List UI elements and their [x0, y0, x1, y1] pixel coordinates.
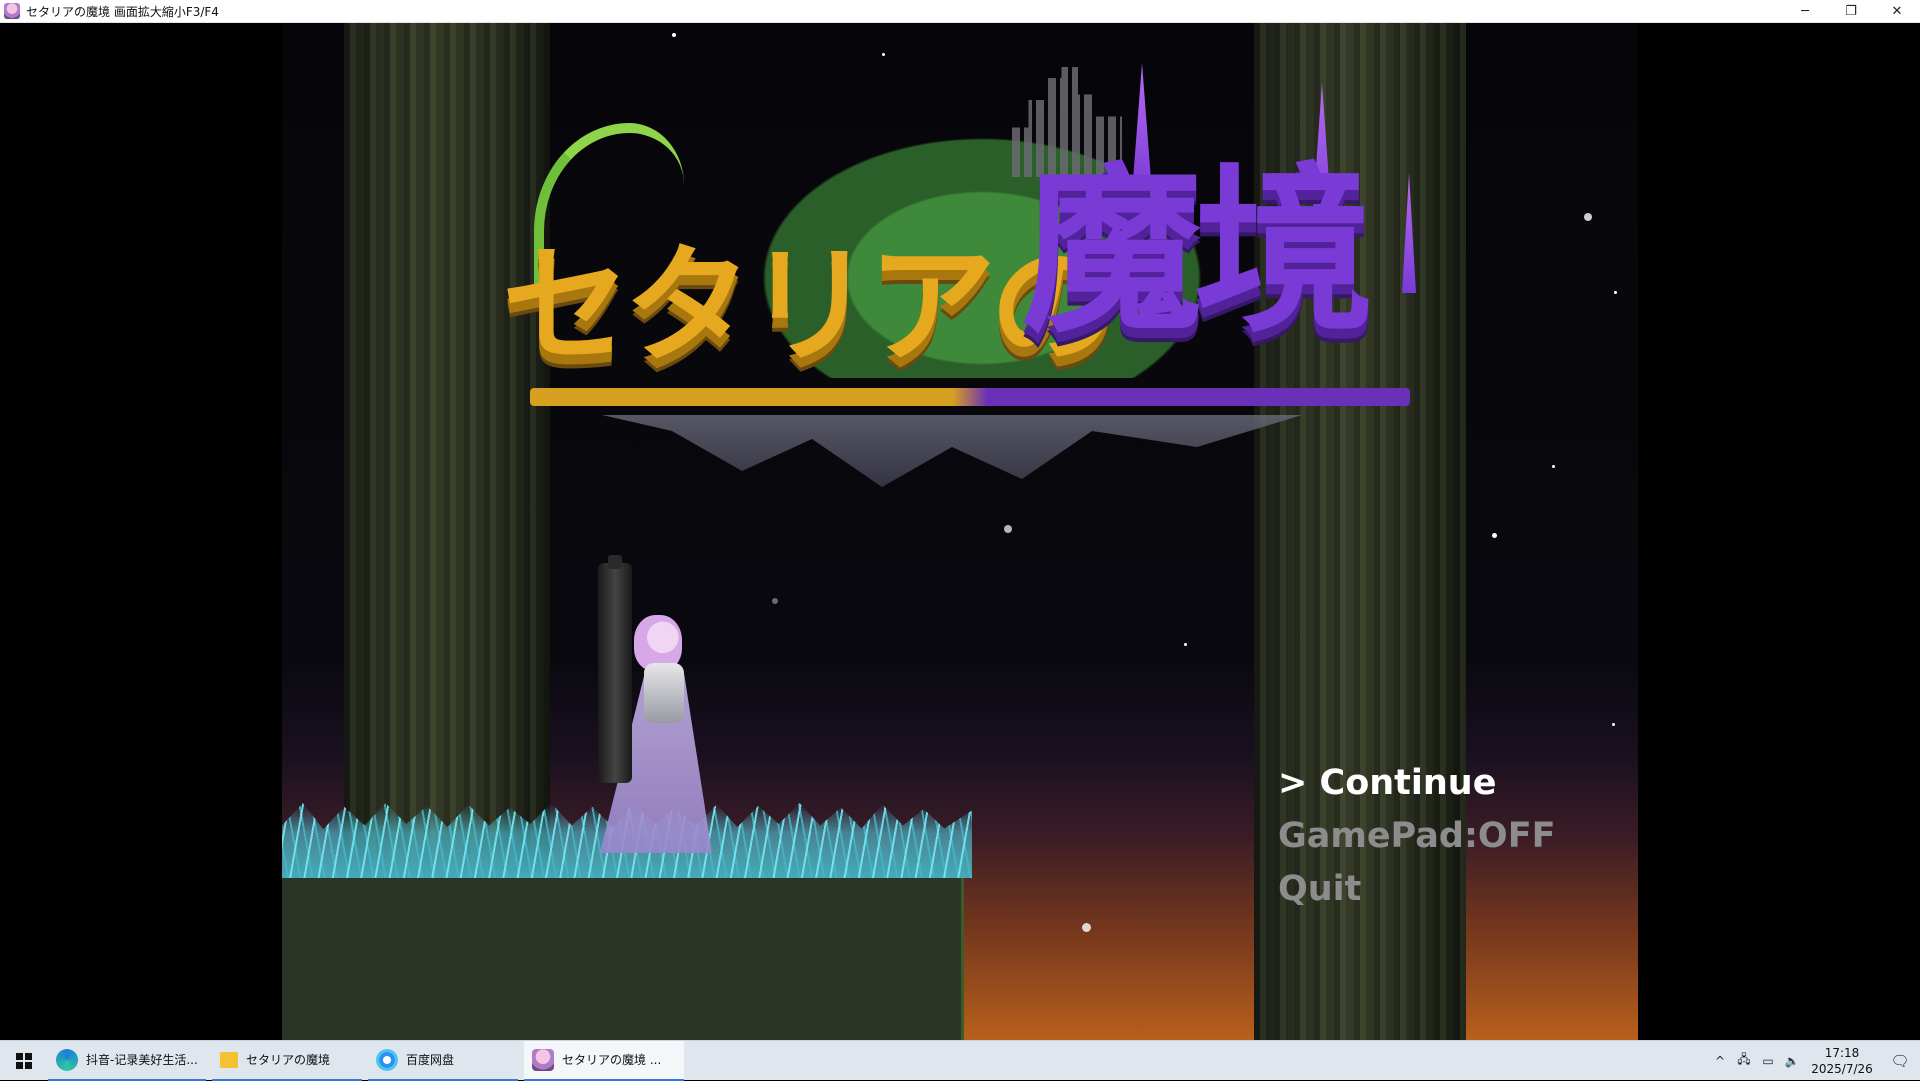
taskbar-item-folder[interactable]: セタリアの魔境	[212, 1041, 362, 1081]
start-button[interactable]	[0, 1041, 48, 1081]
volume-icon[interactable]: 🔈	[1780, 1041, 1804, 1081]
restore-button[interactable]: ❐	[1828, 0, 1874, 23]
star	[1004, 525, 1012, 533]
logo-title-kana: セタリアの	[502, 232, 1118, 381]
taskbar-clock[interactable]: 17:18 2025/7/26	[1804, 1045, 1880, 1077]
title-scene: セタリアの 魔境 > Continue GamePad:OFF Quit	[282, 23, 1638, 1040]
window-title: セタリアの魔境 画面拡大縮小F3/F4	[26, 4, 219, 19]
menu-quit[interactable]: Quit	[1278, 863, 1556, 916]
star	[1612, 723, 1615, 726]
game-icon	[532, 1048, 554, 1071]
app-icon	[4, 3, 20, 19]
taskbar: 抖音-记录美好生活... セタリアの魔境 百度网盘 セタリアの魔境 ... ^ …	[0, 1040, 1920, 1081]
logo-title-kanji: 魔境	[1022, 148, 1374, 357]
ground-platform	[282, 873, 964, 1040]
character-gun-muzzle	[608, 555, 622, 569]
network-icon[interactable]: 🖧	[1732, 1041, 1756, 1081]
star	[1492, 533, 1497, 538]
logo-spire	[1402, 173, 1416, 293]
taskbar-item-baidu[interactable]: 百度网盘	[368, 1041, 518, 1081]
game-viewport[interactable]: セタリアの 魔境 > Continue GamePad:OFF Quit	[0, 23, 1920, 1040]
logo-hanging-roots	[602, 415, 1302, 487]
system-tray: ^ 🖧 ▭ 🔈 17:18 2025/7/26 🗨	[1708, 1041, 1920, 1081]
clock-time: 17:18	[1824, 1045, 1860, 1060]
star	[772, 598, 778, 604]
taskbar-item-label: セタリアの魔境 ...	[562, 1053, 662, 1067]
window-titlebar: セタリアの魔境 画面拡大縮小F3/F4 ─ ❐ ✕	[0, 0, 1920, 23]
taskbar-item-browser[interactable]: 抖音-记录美好生活...	[48, 1041, 206, 1081]
clock-date: 2025/7/26	[1811, 1061, 1873, 1076]
battery-icon[interactable]: ▭	[1756, 1041, 1780, 1081]
menu-continue[interactable]: > Continue	[1278, 757, 1556, 810]
baidu-netdisk-icon	[376, 1048, 398, 1071]
folder-icon	[220, 1051, 238, 1068]
star	[672, 33, 676, 37]
taskbar-item-label: 百度网盘	[406, 1053, 455, 1067]
character-armor	[644, 663, 684, 723]
star	[1184, 643, 1187, 646]
taskbar-item-label: セタリアの魔境	[246, 1053, 331, 1067]
star	[1584, 213, 1592, 221]
player-character	[582, 555, 712, 853]
windows-logo-icon	[16, 1052, 32, 1069]
star	[1552, 465, 1555, 468]
notification-center-icon[interactable]: 🗨	[1880, 1041, 1920, 1081]
title-menu: > Continue GamePad:OFF Quit	[1278, 757, 1556, 916]
show-hidden-icons-chevron-icon[interactable]: ^	[1708, 1041, 1732, 1081]
star	[1082, 923, 1091, 932]
menu-gamepad-toggle[interactable]: GamePad:OFF	[1278, 810, 1556, 863]
logo-base-bar	[530, 388, 1410, 406]
character-gatling-gun	[598, 563, 632, 783]
star	[1614, 291, 1617, 294]
taskbar-item-label: 抖音-记录美好生活...	[86, 1053, 198, 1067]
edge-icon	[56, 1048, 78, 1071]
close-button[interactable]: ✕	[1874, 0, 1920, 23]
game-logo: セタリアの 魔境	[502, 43, 1422, 523]
taskbar-item-game[interactable]: セタリアの魔境 ...	[524, 1040, 684, 1081]
minimize-button[interactable]: ─	[1782, 0, 1828, 23]
window-controls: ─ ❐ ✕	[1782, 0, 1920, 23]
